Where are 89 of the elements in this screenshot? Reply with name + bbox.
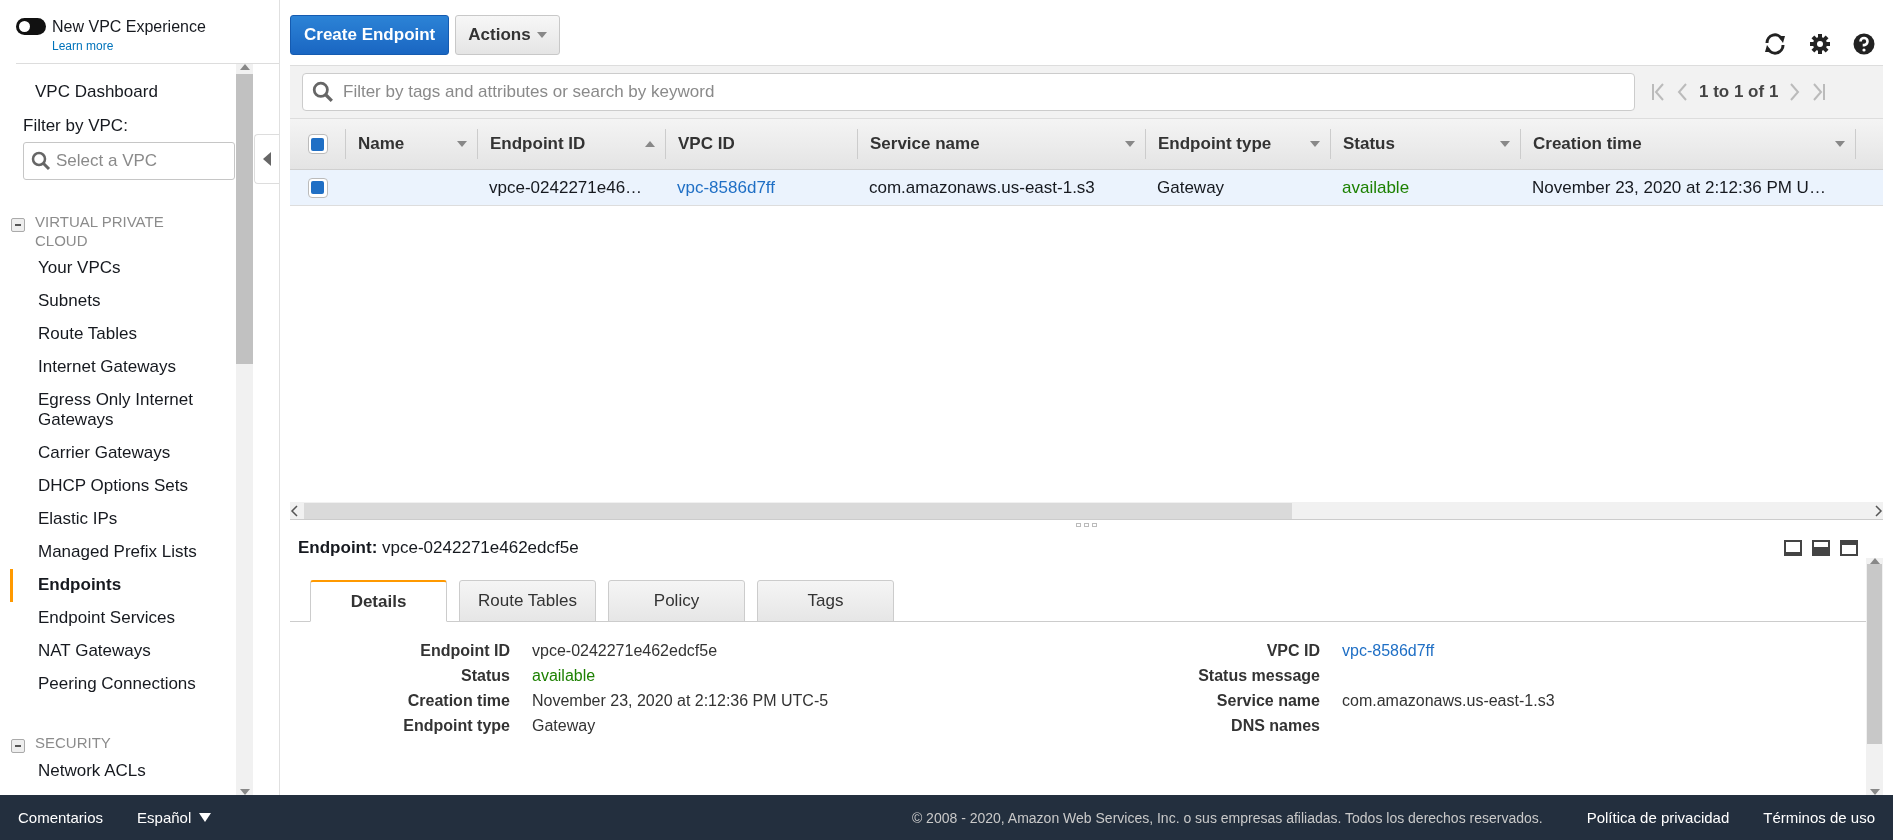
footer-link[interactable]: Términos de uso (1763, 809, 1875, 826)
tab[interactable]: Tags (757, 580, 894, 622)
tab[interactable]: Route Tables (459, 580, 596, 622)
collapse-button[interactable] (254, 134, 279, 184)
nav-link[interactable]: Subnets (10, 285, 215, 318)
checkbox[interactable] (307, 177, 328, 198)
caret-icon (536, 32, 547, 38)
tab[interactable]: Policy (608, 580, 745, 622)
settings-icon[interactable] (1809, 33, 1831, 55)
caret-icon (239, 64, 250, 70)
column-header[interactable]: Status (1343, 134, 1395, 154)
caret-icon (1125, 141, 1135, 147)
filter-label: Filter by VPC: (23, 116, 129, 136)
field-value: com.amazonaws.us-east-1.s3 (1342, 692, 1556, 710)
field-label: DNS names (1230, 717, 1320, 735)
feedback-link[interactable]: Comentarios (18, 809, 104, 826)
search-field[interactable]: Filter by tags and attributes or search by keyword (302, 73, 1635, 111)
vpc-link[interactable]: vpc-8586d7ff (1342, 642, 1790, 660)
table-row[interactable]: vpce-0242271e46… vpc-8586d7ff com.amazonaws.us-east-1.s3 Gateway available November 23, 2020 at 2:12:36 PM U… (290, 170, 1883, 206)
collapse-icon[interactable] (11, 739, 25, 753)
column-header[interactable]: Name (358, 134, 405, 154)
table-cell-text: com.amazonaws.us-east-1.s3 (868, 177, 1096, 198)
column-header[interactable]: VPC ID (678, 134, 735, 154)
checkbox[interactable] (307, 134, 328, 154)
vpc-filter-field[interactable]: Select a VPC (23, 142, 235, 180)
field-value: available (532, 667, 597, 685)
help-icon[interactable] (1853, 33, 1875, 55)
search-icon (31, 151, 51, 171)
column-header[interactable]: Endpoint ID (490, 134, 586, 154)
caret-icon (1310, 141, 1320, 147)
nav-link[interactable]: Your VPCs (10, 252, 215, 285)
table-cell-text: November 23, 2020 at 2:12:36 PM U… (1531, 177, 1827, 198)
vpc-link[interactable]: vpc-8586d7ff (665, 177, 857, 198)
table-cell-text: available (1341, 177, 1411, 198)
field-value: November 23, 2020 at 2:12:36 PM UTC-5 (532, 692, 830, 710)
field-label: Status message (1197, 667, 1320, 685)
column-header[interactable]: Service name (870, 134, 980, 154)
nav-link[interactable]: Peering Connections (10, 668, 215, 701)
nav-link[interactable]: Internet Gateways (10, 351, 215, 384)
refresh-icon[interactable] (1763, 33, 1787, 55)
details-title: Endpoint: vpce-0242271e462edcf5e (298, 538, 579, 558)
nav-link[interactable]: DHCP Options Sets (10, 470, 215, 503)
nav-link[interactable]: Elastic IPs (10, 503, 215, 536)
panel-layout-icon[interactable] (1840, 540, 1858, 556)
footer-link[interactable]: Política de privacidad (1586, 809, 1730, 826)
field-label: Service name (1215, 692, 1320, 710)
column-header[interactable]: Creation time (1533, 134, 1642, 154)
toggle-switch[interactable] (16, 18, 46, 35)
field-label: VPC ID (1265, 642, 1320, 660)
field-value: vpce-0242271e462edcf5e (532, 642, 719, 660)
caret-icon (199, 813, 212, 822)
create-endpoint-button[interactable]: Create Endpoint (290, 15, 450, 55)
table-cell-text: vpce-0242271e46… (488, 177, 644, 198)
nav-link[interactable]: Egress Only Internet Gateways (10, 384, 215, 437)
copyright-text: © 2008 - 2020, Amazon Web Services, Inc. o sus empresas afiliadas. Todos los derechos reservados. (911, 809, 1543, 826)
caret-icon (1500, 141, 1510, 147)
field-label: Creation time (406, 692, 510, 710)
scroll-right-icon[interactable] (1873, 504, 1883, 517)
nav-link[interactable]: Managed Prefix Lists (10, 536, 215, 569)
nav-link[interactable]: Endpoints (10, 569, 215, 602)
section-heading: SECURITY (35, 733, 112, 752)
nav-link[interactable]: Network ACLs (10, 755, 215, 788)
scroll-left-icon[interactable] (290, 504, 300, 517)
tab[interactable]: Details (310, 580, 447, 622)
caret-icon (645, 141, 655, 147)
field-label: Endpoint type (402, 717, 510, 735)
nav-link[interactable]: Carrier Gateways (10, 437, 215, 470)
search-icon (312, 81, 334, 103)
panel-layout-icon[interactable] (1784, 540, 1802, 556)
nav-link[interactable]: Route Tables (10, 318, 215, 351)
section-heading: VIRTUAL PRIVATE CLOUD (35, 212, 165, 250)
column-header[interactable]: Endpoint type (1158, 134, 1272, 154)
nav-link[interactable]: Endpoint Services (10, 602, 215, 635)
actions-button[interactable]: Actions (455, 15, 560, 55)
learn-more-link[interactable]: Learn more (52, 39, 114, 53)
caret-icon (457, 141, 467, 147)
language-selector[interactable]: Español (137, 809, 212, 826)
caret-icon (263, 152, 271, 166)
caret-icon (1835, 141, 1845, 147)
collapse-icon[interactable] (11, 218, 25, 232)
table-cell-text: Gateway (1156, 177, 1226, 198)
nav-link[interactable]: NAT Gateways (10, 635, 215, 668)
panel-layout-icon[interactable] (1812, 540, 1830, 556)
field-label: Endpoint ID (419, 642, 510, 660)
toggle-label: New VPC Experience (52, 18, 206, 36)
pagination-text: 1 to 1 of 1 (1699, 82, 1779, 102)
nav-link[interactable]: VPC Dashboard (35, 76, 236, 108)
field-label: Status (460, 667, 510, 685)
field-value: Gateway (532, 717, 597, 735)
